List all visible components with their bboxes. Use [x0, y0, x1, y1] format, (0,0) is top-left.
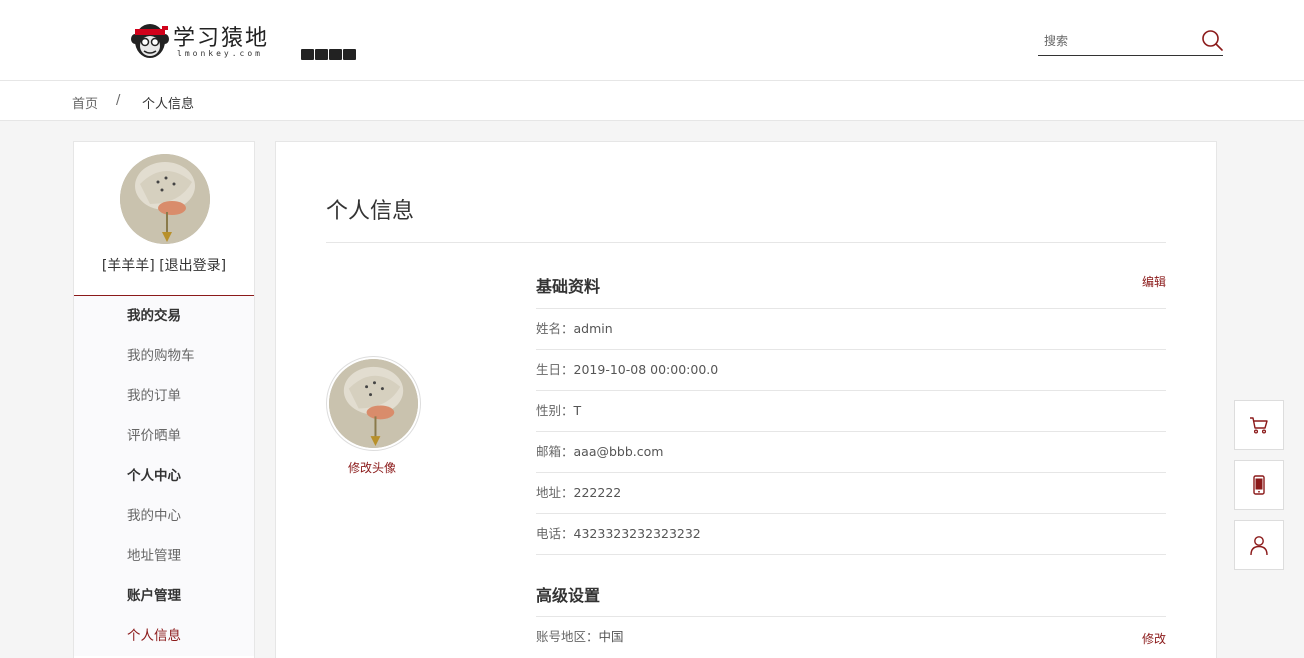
- main-panel: 个人信息 修改头像 基础资料 编辑 姓名：admin 生日：2019-10-08…: [275, 141, 1217, 658]
- phone-float-button[interactable]: [1234, 460, 1284, 510]
- sidebar: [羊羊羊] [退出登录] 我的交易 我的购物车 我的订单 评价晒单 个人中心 我…: [73, 141, 255, 658]
- region-label: 账号地区：: [536, 629, 599, 644]
- logo-url: lmonkey.com: [177, 49, 263, 58]
- basic-info-title: 基础资料: [536, 277, 601, 296]
- search-box: [1038, 28, 1223, 56]
- gender-value: T: [573, 403, 582, 418]
- info-row-email: 邮箱：aaa@bbb.com: [536, 431, 1166, 472]
- breadcrumb-current: 个人信息: [142, 97, 195, 112]
- sidebar-item-profile[interactable]: 个人信息: [74, 616, 254, 656]
- cart-float-button[interactable]: [1234, 400, 1284, 450]
- phone-icon: [1253, 475, 1265, 495]
- email-label: 邮箱：: [536, 444, 574, 459]
- advanced-settings-title: 高级设置: [536, 586, 601, 605]
- page-title: 个人信息: [326, 199, 415, 224]
- breadcrumb-home[interactable]: 首页: [72, 93, 98, 112]
- username-link[interactable]: [羊羊羊]: [102, 258, 155, 274]
- info-row-gender: 性别：T: [536, 390, 1166, 431]
- info-row-phone: 电话：4323323232323232: [536, 513, 1166, 555]
- header: 学习猿地 lmonkey.com: [0, 0, 1304, 81]
- user-info: [羊羊羊] [退出登录]: [74, 255, 254, 275]
- address-value: 222222: [573, 485, 622, 500]
- info-row-birthday: 生日：2019-10-08 00:00:00.0: [536, 349, 1166, 390]
- gender-label: 性别：: [536, 403, 574, 418]
- title-divider: [326, 242, 1166, 243]
- monkey-logo-icon: [131, 24, 169, 58]
- breadcrumb-separator: /: [116, 93, 121, 108]
- name-value: admin: [573, 321, 613, 336]
- phone-value: 4323323232323232: [573, 526, 701, 541]
- logout-link[interactable]: [退出登录]: [159, 258, 226, 274]
- edit-link[interactable]: 编辑: [1142, 273, 1166, 290]
- profile-avatar-image: [329, 359, 418, 448]
- sidebar-item-orders[interactable]: 我的订单: [74, 376, 254, 416]
- slogan-graphic: [301, 49, 356, 61]
- info-row-name: 姓名：admin: [536, 308, 1166, 349]
- sidebar-item-address[interactable]: 地址管理: [74, 536, 254, 576]
- sidebar-group-account: 账户管理: [127, 588, 181, 604]
- search-icon[interactable]: [1201, 29, 1223, 51]
- profile-avatar[interactable]: [326, 356, 421, 451]
- info-row-region: 账号地区：中国: [536, 616, 1166, 657]
- name-label: 姓名：: [536, 321, 574, 336]
- address-label: 地址：: [536, 485, 574, 500]
- modify-link[interactable]: 修改: [1142, 630, 1166, 647]
- breadcrumb: 首页 / 个人信息: [0, 81, 1304, 121]
- user-icon: [1250, 536, 1268, 556]
- avatar[interactable]: [120, 154, 210, 244]
- region-value: 中国: [598, 629, 624, 644]
- sidebar-group-personal: 个人中心: [127, 468, 181, 484]
- phone-label: 电话：: [536, 526, 574, 541]
- logo[interactable]: 学习猿地 lmonkey.com: [131, 17, 273, 62]
- sidebar-group-trades: 我的交易: [127, 308, 181, 324]
- search-input[interactable]: [1044, 32, 1194, 50]
- birthday-label: 生日：: [536, 362, 574, 377]
- sidebar-item-cart[interactable]: 我的购物车: [74, 336, 254, 376]
- sidebar-item-reviews[interactable]: 评价晒单: [74, 416, 254, 456]
- birthday-value: 2019-10-08 00:00:00.0: [573, 362, 719, 377]
- cart-icon: [1250, 417, 1268, 434]
- sidebar-nav: 我的交易 我的购物车 我的订单 评价晒单 个人中心 我的中心 地址管理 账户管理…: [74, 296, 254, 656]
- email-value: aaa@bbb.com: [573, 444, 664, 459]
- sidebar-item-my-center[interactable]: 我的中心: [74, 496, 254, 536]
- avatar-image: [120, 154, 210, 244]
- info-row-address: 地址：222222: [536, 472, 1166, 513]
- logo-title: 学习猿地: [173, 26, 270, 51]
- change-avatar-link[interactable]: 修改头像: [348, 459, 396, 476]
- user-float-button[interactable]: [1234, 520, 1284, 570]
